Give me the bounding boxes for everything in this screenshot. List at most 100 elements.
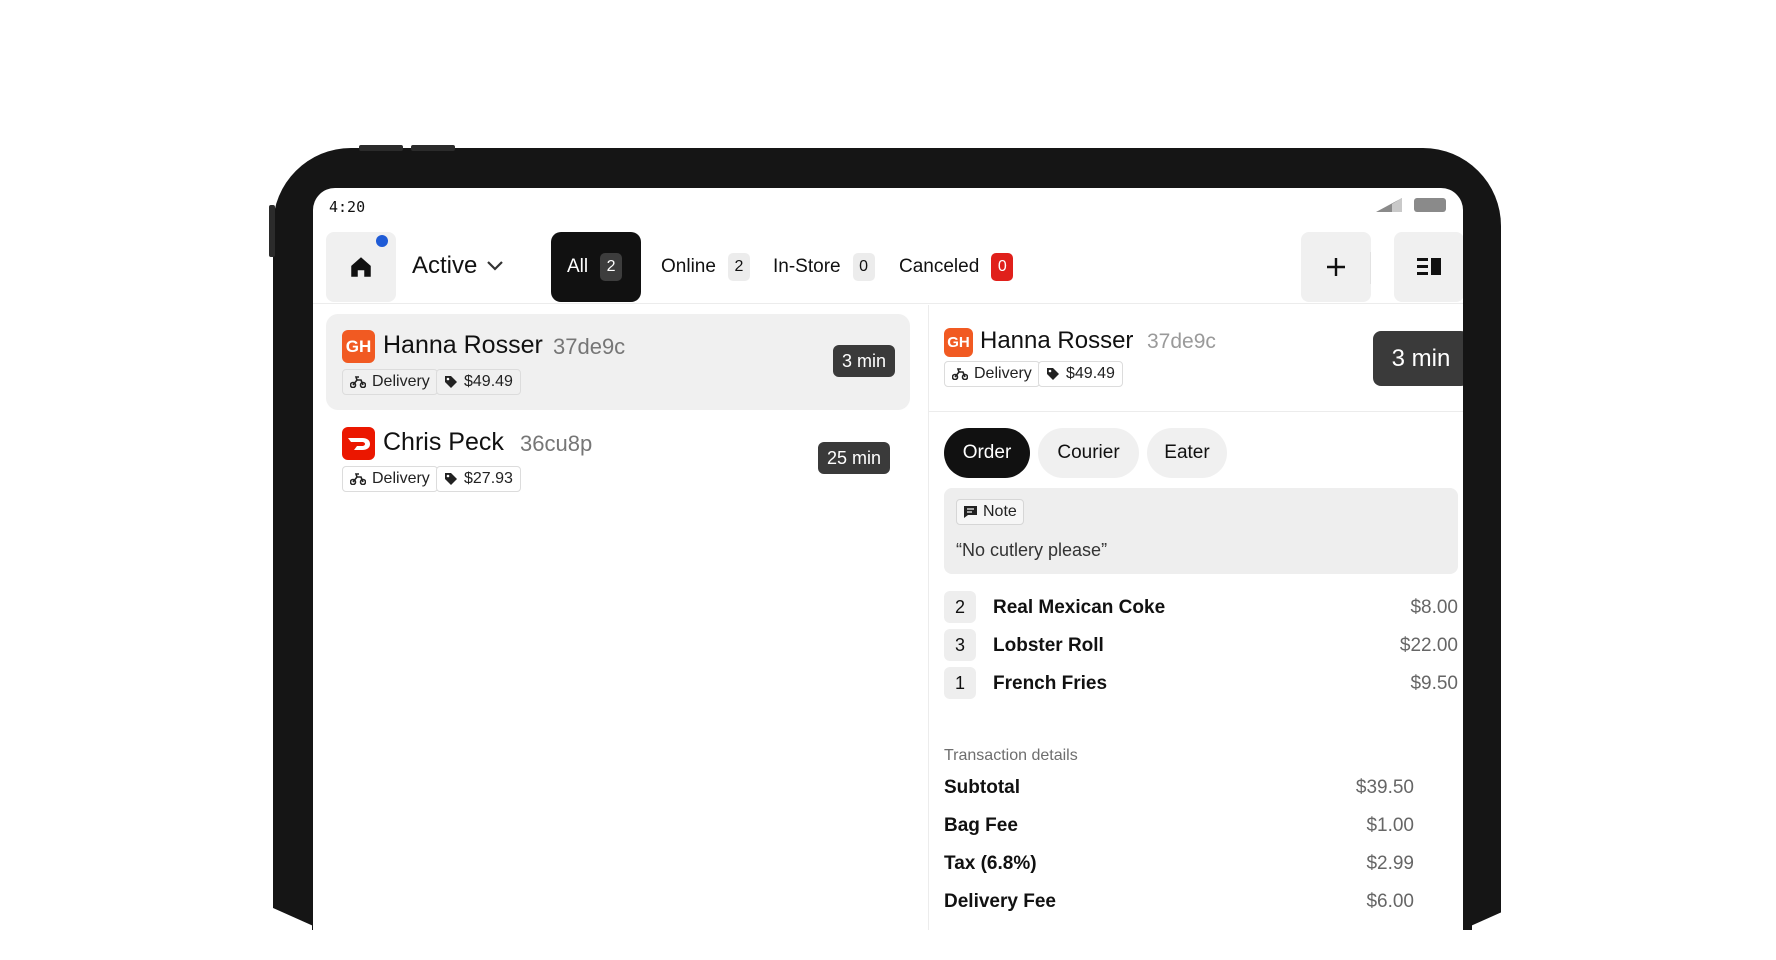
tab-online-count: 2 bbox=[727, 253, 750, 281]
chevron-down-icon bbox=[487, 261, 504, 271]
order-total: $49.49 bbox=[464, 373, 513, 390]
tag-icon bbox=[445, 473, 457, 485]
toggle-panel-button[interactable] bbox=[1394, 232, 1463, 302]
tag-icon bbox=[1047, 368, 1059, 380]
tab-canceled-count: 0 bbox=[991, 253, 1014, 281]
transaction-label: Tax (6.8%) bbox=[944, 853, 1037, 874]
scooter-icon bbox=[350, 376, 366, 388]
transaction-value: $2.99 bbox=[1366, 853, 1414, 874]
item-name: Real Mexican Coke bbox=[993, 597, 1166, 618]
item-name: Lobster Roll bbox=[993, 635, 1104, 656]
tab-canceled[interactable]: Canceled 0 bbox=[883, 232, 1029, 302]
volume-up-button bbox=[359, 145, 403, 151]
tab-canceled-label: Canceled bbox=[899, 256, 980, 277]
grubhub-logo-icon: GH bbox=[944, 328, 973, 357]
detail-header: GH Hanna Rosser 37de9c Delivery $49.49 3 bbox=[929, 305, 1463, 412]
home-button[interactable] bbox=[326, 232, 396, 302]
signal-icon bbox=[1376, 198, 1402, 212]
scooter-icon bbox=[350, 473, 366, 485]
tablet-screen: 4:20 Active All 2 Online 2 In-Store 0 Ca… bbox=[313, 188, 1463, 960]
item-price: $22.00 bbox=[1399, 635, 1458, 656]
fulfillment-label: Delivery bbox=[372, 373, 430, 390]
order-total: $49.49 bbox=[1066, 365, 1115, 382]
order-total: $27.93 bbox=[464, 470, 513, 487]
bottom-fade bbox=[240, 930, 1540, 960]
transaction-label: Subtotal bbox=[944, 777, 1020, 798]
line-item: 1 French Fries $9.50 bbox=[944, 667, 1458, 699]
eta-badge: 25 min bbox=[818, 442, 891, 474]
scooter-icon bbox=[952, 368, 968, 380]
grubhub-logo-icon: GH bbox=[342, 330, 375, 363]
tab-in-store-label: In-Store bbox=[773, 256, 841, 277]
tag-icon bbox=[445, 376, 457, 388]
transaction-row: Tax (6.8%) $2.99 bbox=[944, 853, 1414, 879]
grubhub-logo-text: GH bbox=[345, 336, 372, 356]
total-chip: $27.93 bbox=[436, 466, 521, 492]
comment-icon bbox=[964, 506, 977, 518]
fulfillment-chip: Delivery bbox=[342, 369, 438, 395]
item-name: French Fries bbox=[993, 673, 1108, 694]
item-price: $9.50 bbox=[1410, 673, 1458, 694]
tab-online-label: Online bbox=[661, 256, 716, 277]
header-bar: Active All 2 Online 2 In-Store 0 Cancele… bbox=[313, 232, 1463, 304]
note-text: “No cutlery please” bbox=[956, 540, 1108, 560]
item-quantity: 1 bbox=[944, 667, 976, 699]
doordash-logo-icon bbox=[342, 427, 375, 460]
plus-icon bbox=[1327, 258, 1345, 276]
total-chip: $49.49 bbox=[1038, 361, 1123, 387]
line-item: 3 Lobster Roll $22.00 bbox=[944, 629, 1458, 661]
tab-in-store[interactable]: In-Store 0 bbox=[757, 232, 891, 302]
grubhub-logo-text: GH bbox=[947, 334, 970, 351]
status-filter-dropdown[interactable]: Active bbox=[412, 252, 504, 280]
transaction-label: Bag Fee bbox=[944, 815, 1018, 836]
transaction-row: Subtotal $39.50 bbox=[944, 777, 1414, 803]
item-quantity: 2 bbox=[944, 591, 976, 623]
transaction-value: $1.00 bbox=[1366, 815, 1414, 836]
eta-badge: 3 min bbox=[833, 345, 896, 377]
tab-in-store-count: 0 bbox=[852, 253, 875, 281]
home-icon bbox=[351, 257, 371, 277]
transaction-row: Bag Fee $1.00 bbox=[944, 815, 1414, 841]
transaction-value: $39.50 bbox=[1355, 777, 1414, 798]
order-detail-panel: GH Hanna Rosser 37de9c Delivery $49.49 3 bbox=[929, 305, 1463, 960]
order-card[interactable]: GH Hanna Rosser 37de9c Delivery $49.49 3 bbox=[326, 314, 910, 410]
transaction-label: Delivery Fee bbox=[944, 891, 1056, 912]
detail-customer-name: Hanna Rosser bbox=[980, 327, 1134, 354]
transaction-row: Delivery Fee $6.00 bbox=[944, 891, 1414, 917]
transaction-value: $6.00 bbox=[1366, 891, 1414, 912]
order-id: 36cu8p bbox=[520, 431, 593, 456]
fulfillment-label: Delivery bbox=[372, 470, 430, 487]
customer-name: Hanna Rosser bbox=[383, 331, 543, 359]
power-button bbox=[269, 205, 275, 257]
header-divider bbox=[1370, 252, 1371, 284]
status-time: 4:20 bbox=[329, 198, 366, 216]
detail-eta-badge: 3 min bbox=[1373, 331, 1463, 386]
doordash-mark-icon bbox=[347, 437, 370, 450]
customer-note: Note “No cutlery please” bbox=[944, 488, 1458, 574]
battery-icon bbox=[1414, 198, 1446, 212]
add-order-button[interactable] bbox=[1301, 232, 1371, 302]
tab-all-label: All bbox=[567, 256, 589, 277]
fulfillment-chip: Delivery bbox=[944, 361, 1040, 387]
fulfillment-label: Delivery bbox=[974, 365, 1032, 382]
customer-name: Chris Peck bbox=[383, 428, 504, 456]
tab-online[interactable]: Online 2 bbox=[645, 232, 766, 302]
tab-order[interactable]: Order bbox=[944, 428, 1030, 478]
tab-courier[interactable]: Courier bbox=[1038, 428, 1139, 478]
order-id: 37de9c bbox=[553, 334, 626, 359]
note-chip: Note bbox=[956, 499, 1024, 525]
fulfillment-chip: Delivery bbox=[342, 466, 438, 492]
notification-dot bbox=[376, 235, 388, 247]
tab-all[interactable]: All 2 bbox=[551, 232, 641, 302]
item-quantity: 3 bbox=[944, 629, 976, 661]
order-list: GH Hanna Rosser 37de9c Delivery $49.49 3 bbox=[313, 305, 910, 960]
volume-down-button bbox=[411, 145, 455, 151]
order-card[interactable]: Chris Peck 36cu8p Delivery $27.93 25 min bbox=[326, 411, 910, 507]
tab-eater[interactable]: Eater bbox=[1147, 428, 1227, 478]
item-price: $8.00 bbox=[1410, 597, 1458, 618]
transaction-details-heading: Transaction details bbox=[944, 747, 1078, 764]
total-chip: $49.49 bbox=[436, 369, 521, 395]
line-item: 2 Real Mexican Coke $8.00 bbox=[944, 591, 1458, 623]
status-bar: 4:20 bbox=[313, 188, 1463, 220]
split-view-icon bbox=[1417, 258, 1441, 275]
